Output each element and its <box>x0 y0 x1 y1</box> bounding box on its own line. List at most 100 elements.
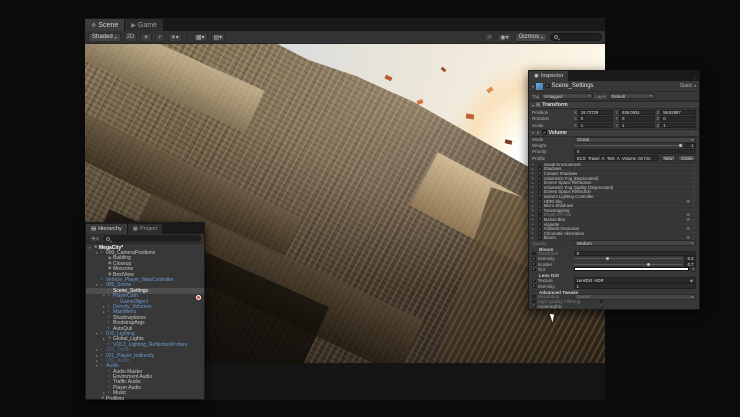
weight-slider[interactable] <box>574 143 682 149</box>
priority-field[interactable]: 0 <box>574 149 696 155</box>
tab-hierarchy[interactable]: ▤ Hierarchy <box>86 224 128 234</box>
eyedropper-icon[interactable]: ✎ <box>691 267 696 272</box>
profile-object-field[interactable]: ECS_Travel_A_Test_A_Volume_02 (Vo <box>574 155 659 161</box>
foldout-arrow-icon[interactable]: ▾ <box>532 130 534 135</box>
foldout-arrow-icon[interactable]: ▸ <box>532 171 536 175</box>
tab-scene[interactable]: ❖ Scene <box>85 19 125 31</box>
property-checkbox[interactable] <box>532 295 536 299</box>
property-checkbox[interactable] <box>532 279 536 283</box>
foldout-arrow-icon[interactable]: ▸ <box>532 213 536 217</box>
inspector-menu-icon[interactable]: ⋮ <box>690 75 699 81</box>
override-enabled-checkbox[interactable] <box>538 195 542 199</box>
x-field[interactable]: 0 <box>578 116 614 122</box>
foldout-arrow-icon[interactable]: ▸ <box>532 227 536 231</box>
weight-value[interactable]: 1 <box>684 143 696 149</box>
gameobject-name[interactable]: Scene_Settings <box>552 83 594 89</box>
texture-object-field[interactable]: LensDirt_HDR ◉ <box>574 277 696 283</box>
create-object-button[interactable]: + ▾ <box>89 235 101 242</box>
foldout-arrow-icon[interactable]: ▸ <box>532 231 536 235</box>
scene-lighting-toggle[interactable]: ☀ <box>140 33 151 42</box>
profile-new-button[interactable]: New <box>661 155 676 161</box>
component-enabled-checkbox[interactable] <box>542 130 547 135</box>
tab-game[interactable]: ▶ Game <box>125 19 164 31</box>
static-dropdown[interactable]: Static ▾ <box>680 83 696 89</box>
scene-audio-toggle[interactable]: ♪ <box>155 33 165 42</box>
tint-color-swatch[interactable] <box>574 267 689 271</box>
override-enabled-checkbox[interactable] <box>538 167 542 171</box>
foldout-arrow-icon[interactable]: ▸ <box>532 167 536 171</box>
override-enabled-checkbox[interactable] <box>538 204 542 208</box>
volume-header[interactable]: ▾ ◑ Volume ⋮ <box>529 129 699 137</box>
quality-dropdown[interactable]: Medium▾ <box>574 240 696 246</box>
z-field[interactable]: 58.82897 <box>660 110 696 116</box>
scene-audio-mute-toggle[interactable]: ♪ <box>484 33 494 42</box>
foldout-arrow-icon[interactable]: ▸ <box>532 181 536 185</box>
override-enabled-checkbox[interactable] <box>538 236 542 240</box>
scene-search-input[interactable] <box>550 33 602 41</box>
mode-dropdown[interactable]: Global▾ <box>574 137 696 143</box>
foldout-arrow-icon[interactable]: ▾ <box>532 103 534 108</box>
foldout-arrow-icon[interactable]: ▸ <box>532 190 536 194</box>
profile-clone-button[interactable]: Clone <box>678 155 696 161</box>
hierarchy-item[interactable]: ⚙ Profiling <box>86 396 204 400</box>
active-checkbox[interactable] <box>545 84 550 89</box>
override-enabled-checkbox[interactable] <box>538 222 542 226</box>
foldout-arrow-icon[interactable]: ▾ <box>532 236 536 240</box>
scene-camera-settings-dropdown[interactable]: ◉▾ <box>497 33 511 42</box>
foldout-arrow-icon[interactable]: ▸ <box>532 222 536 226</box>
scatter-slider[interactable] <box>574 261 682 267</box>
override-enabled-checkbox[interactable] <box>538 190 542 194</box>
override-enabled-checkbox[interactable] <box>538 218 542 222</box>
scene-visibility-dropdown[interactable]: ▦▾ <box>193 33 208 42</box>
gizmos-dropdown[interactable]: Gizmos ▾ <box>515 33 547 42</box>
layer-dropdown[interactable]: Default▾ <box>609 93 655 99</box>
foldout-arrow-icon[interactable]: ▸ <box>532 208 536 212</box>
property-checkbox[interactable] <box>532 305 536 309</box>
property-checkbox[interactable] <box>532 257 536 261</box>
property-checkbox[interactable] <box>532 284 536 288</box>
y-field[interactable]: 936.0934 <box>619 110 655 116</box>
foldout-arrow-icon[interactable]: ▸ <box>532 194 536 198</box>
tab-project[interactable]: ▦ Project <box>128 224 163 234</box>
foldout-arrow-icon[interactable]: ▸ <box>532 185 536 189</box>
hqf-value-checkbox[interactable] <box>600 300 604 304</box>
override-enabled-checkbox[interactable] <box>538 185 542 189</box>
override-enabled-checkbox[interactable] <box>538 172 542 176</box>
hierarchy-search-input[interactable] <box>103 235 201 242</box>
override-enabled-checkbox[interactable] <box>538 176 542 180</box>
component-menu-icon[interactable]: ⋮ <box>687 130 696 136</box>
shading-mode-dropdown[interactable]: Shaded ▾ <box>88 33 121 42</box>
property-checkbox[interactable] <box>532 262 536 266</box>
scene-effects-dropdown[interactable]: ✶▾ <box>168 33 182 42</box>
z-field[interactable]: 1 <box>660 123 696 129</box>
override-enabled-checkbox[interactable] <box>538 231 542 235</box>
y-field[interactable]: 0 <box>619 116 655 122</box>
foldout-arrow-icon[interactable]: ▸ <box>532 199 536 203</box>
tab-inspector[interactable]: ◉ Inspector <box>529 71 569 81</box>
foldout-arrow-icon[interactable]: ▸ <box>532 217 536 221</box>
foldout-arrow-icon[interactable]: ▸ <box>532 204 536 208</box>
override-enabled-checkbox[interactable] <box>538 199 542 203</box>
property-checkbox[interactable] <box>532 268 536 272</box>
object-picker-icon[interactable]: ◉ <box>690 278 693 283</box>
override-enabled-checkbox[interactable] <box>538 181 542 185</box>
foldout-arrow-icon[interactable]: ▸ <box>532 162 536 166</box>
dirt-intensity-field[interactable]: 1 <box>574 283 696 289</box>
property-checkbox[interactable] <box>532 300 536 304</box>
anamorphic-value-checkbox[interactable] <box>600 305 604 309</box>
foldout-arrow-icon[interactable]: ▾ <box>532 84 534 89</box>
foldout-arrow-icon[interactable]: ▸ <box>532 176 536 180</box>
tag-dropdown[interactable]: Untagged▾ <box>541 93 593 99</box>
override-enabled-checkbox[interactable] <box>538 208 542 212</box>
override-enabled-checkbox[interactable] <box>538 213 542 217</box>
override-enabled-checkbox[interactable] <box>538 163 542 167</box>
property-checkbox[interactable] <box>532 252 536 256</box>
y-field[interactable]: 1 <box>619 123 655 129</box>
override-enabled-checkbox[interactable] <box>538 227 542 231</box>
x-field[interactable]: 1 <box>578 123 614 129</box>
toggle-2d-button[interactable]: 2D <box>124 33 138 42</box>
x-field[interactable]: 19.73729 <box>578 110 614 116</box>
component-picker-dropdown[interactable]: ▤▾ <box>211 33 226 42</box>
transform-header[interactable]: ▾ ⊞ Transform ⋮ <box>529 101 699 109</box>
component-menu-icon[interactable]: ⋮ <box>687 102 696 108</box>
